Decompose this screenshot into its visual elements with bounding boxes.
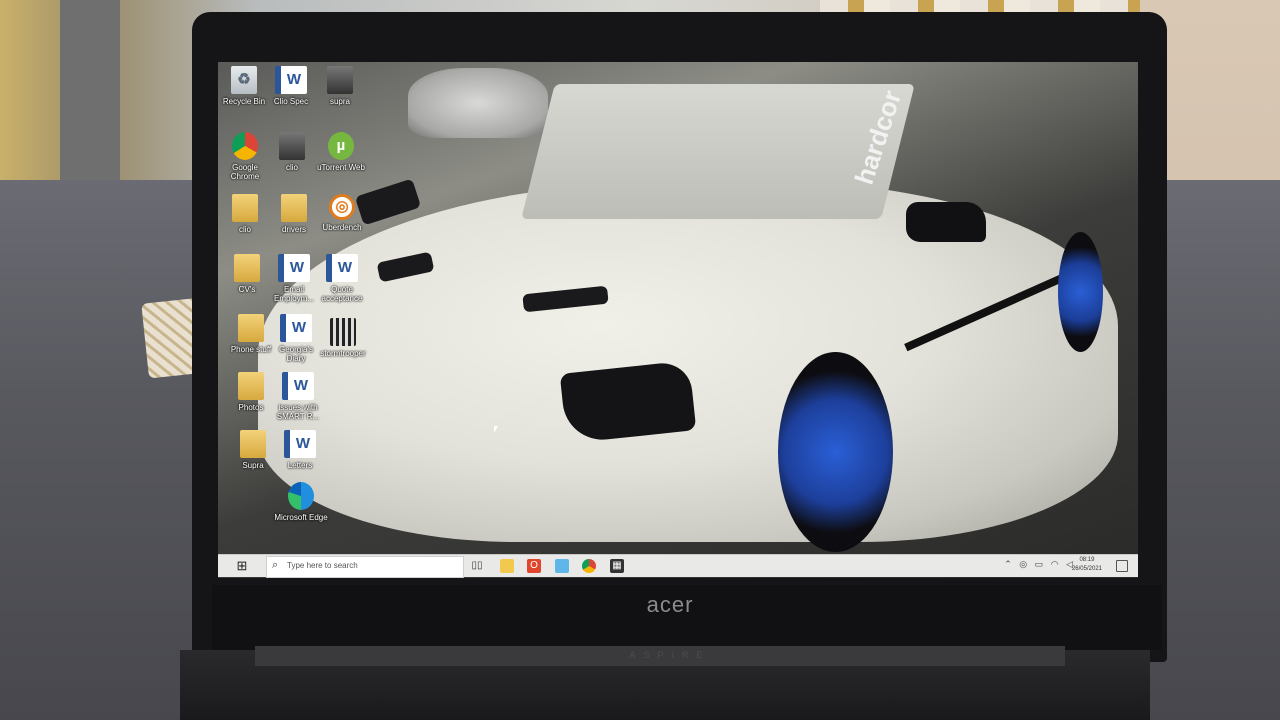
desktop-icon-clio-image[interactable]: clio — [265, 132, 319, 172]
utorrent-icon: µ — [328, 132, 354, 160]
notification-icon[interactable] — [1116, 560, 1128, 572]
start-button[interactable]: ⊞ — [234, 558, 250, 574]
desktop-icon-georgias-diary[interactable]: W Georgia's Diary — [269, 314, 323, 363]
chrome-icon[interactable] — [582, 559, 596, 573]
windows-logo-icon: ⊞ — [236, 558, 248, 573]
desktop-icon-cvs[interactable]: CV's — [220, 254, 274, 294]
system-tray: ⌃ ◎ ▭ ◠ ◁ — [1004, 559, 1078, 573]
desktop-icon-email-employment[interactable]: W Email Employm... — [267, 254, 321, 303]
word-document-icon: W — [278, 254, 310, 282]
taskbar-search-box[interactable]: ⌕ Type here to search — [266, 556, 464, 578]
folder-icon — [281, 194, 307, 222]
desktop-icon-google-chrome[interactable]: Google Chrome — [218, 132, 272, 181]
desktop-icon-microsoft-edge[interactable]: Microsoft Edge — [274, 482, 328, 522]
setup-icon: ◎ — [329, 194, 355, 220]
calculator-icon[interactable]: ▦ — [610, 559, 624, 573]
model-label: ASPIRE — [629, 650, 711, 660]
desktop-icon-quote-acceptance[interactable]: W Quote acceptance — [315, 254, 369, 303]
desktop-icon-stormtrooper[interactable]: stormtrooper — [316, 318, 370, 358]
recycle-bin-icon: ♻ — [231, 66, 257, 94]
desktop-icon-clio-folder[interactable]: clio — [218, 194, 272, 234]
word-document-icon: W — [280, 314, 312, 342]
desktop-icon-letters[interactable]: W Letters — [273, 430, 327, 470]
wallpaper-windshield — [521, 84, 915, 219]
wifi-icon[interactable]: ◠ — [1051, 559, 1059, 569]
task-view-icon[interactable]: ▯▯ — [470, 559, 484, 573]
folder-icon — [234, 254, 260, 282]
desktop-icon-drivers[interactable]: drivers — [267, 194, 321, 234]
photos-icon[interactable] — [555, 559, 569, 573]
desktop-icon-photos[interactable]: Photos — [224, 372, 278, 412]
chrome-icon — [232, 132, 258, 160]
taskbar: ⊞ ⌕ Type here to search ▯▯ O ▦ ⌃ ◎ ▭ ◠ ◁… — [218, 554, 1138, 578]
image-file-icon — [279, 132, 305, 160]
word-document-icon: W — [326, 254, 358, 282]
desktop-icon-issues-smart[interactable]: W issues with SMART R... — [271, 372, 325, 421]
wallpaper-mirror — [906, 202, 986, 242]
clock-time: 08:19 — [1079, 557, 1095, 563]
word-document-icon: W — [275, 66, 307, 94]
desktop-icon-supra-image[interactable]: supra — [313, 66, 367, 106]
wallpaper-headlight — [559, 360, 697, 444]
folder-icon — [238, 372, 264, 400]
folder-icon — [232, 194, 258, 222]
battery-icon[interactable]: ▭ — [1035, 559, 1044, 569]
search-placeholder: Type here to search — [287, 561, 358, 570]
file-explorer-icon[interactable] — [500, 559, 514, 573]
wallpaper-car-body — [258, 182, 1118, 542]
desktop-icon-uberdench[interactable]: ◎ Uberdench — [315, 194, 369, 232]
word-document-icon: W — [284, 430, 316, 458]
clock-date: 26/05/2021 — [1071, 566, 1102, 572]
image-file-icon — [327, 66, 353, 94]
folder-icon — [240, 430, 266, 458]
wallpaper-background-car — [408, 68, 548, 138]
chevron-up-icon[interactable]: ⌃ — [1004, 559, 1012, 569]
wallpaper-rear-wheel — [1058, 232, 1103, 352]
desktop-icon-supra-folder[interactable]: Supra — [226, 430, 280, 470]
search-icon: ⌕ — [272, 559, 279, 571]
desktop-icon-clio-spec[interactable]: W Clio Spec — [264, 66, 318, 106]
network-icon[interactable]: ◎ — [1019, 559, 1027, 569]
office-icon[interactable]: O — [527, 559, 541, 573]
mouse-cursor — [494, 426, 498, 433]
qr-image-icon — [330, 318, 356, 346]
taskbar-clock[interactable]: 08:19 26/05/2021 — [1072, 556, 1102, 574]
desktop-icon-utorrent-web[interactable]: µ uTorrent Web — [314, 132, 368, 172]
wallpaper-front-wheel — [778, 352, 893, 552]
word-document-icon: W — [282, 372, 314, 400]
folder-icon — [238, 314, 264, 342]
edge-icon — [288, 482, 314, 510]
brand-logo: acer — [646, 592, 694, 617]
screen: hardcor ♻ Recycle Bin W Clio Spec supra … — [218, 62, 1138, 578]
window-frame — [60, 0, 120, 190]
